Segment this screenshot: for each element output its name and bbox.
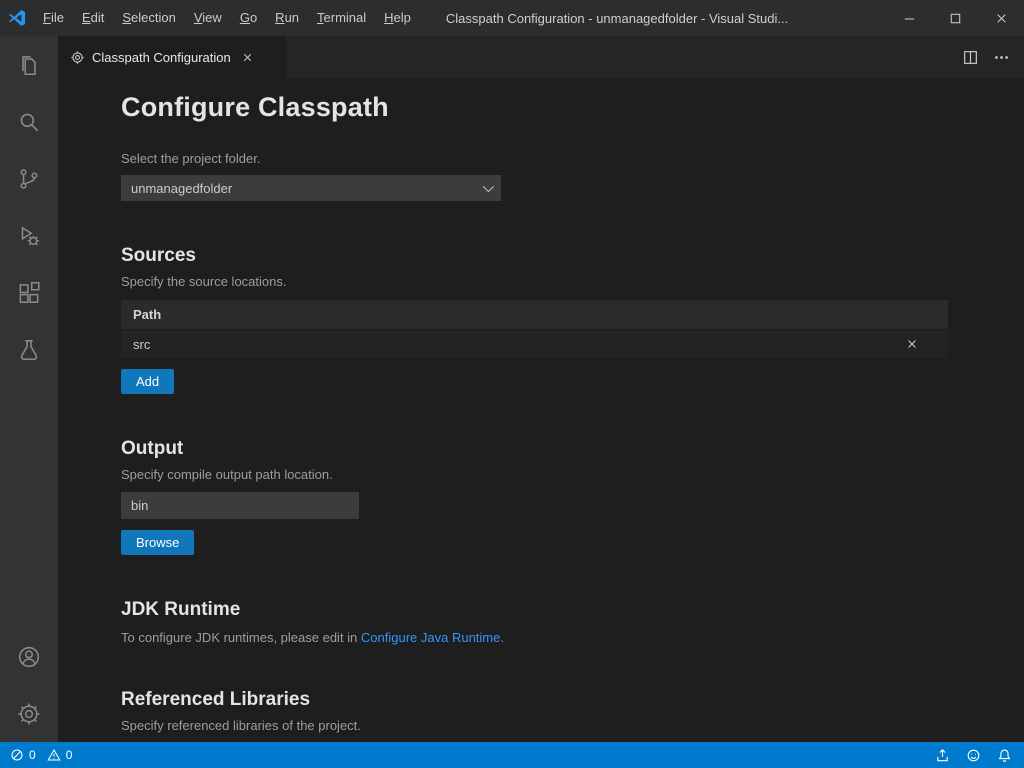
configure-java-runtime-link[interactable]: Configure Java Runtime xyxy=(361,630,500,645)
jdk-runtime-heading: JDK Runtime xyxy=(121,599,1006,621)
menu-bar: File Edit Selection View Go Run Terminal… xyxy=(34,0,420,36)
activity-bar xyxy=(0,36,58,742)
browse-output-button[interactable]: Browse xyxy=(121,530,194,555)
table-row[interactable]: src xyxy=(121,329,948,358)
tab-close-icon[interactable] xyxy=(238,47,258,67)
sidebar-item-explorer[interactable] xyxy=(0,36,58,93)
menu-selection[interactable]: Selection xyxy=(113,0,184,36)
classpath-tab-icon xyxy=(70,50,85,65)
sidebar-item-settings[interactable] xyxy=(0,685,58,742)
page-title: Configure Classpath xyxy=(121,92,1006,123)
menu-go[interactable]: Go xyxy=(231,0,266,36)
sidebar-item-search[interactable] xyxy=(0,93,58,150)
split-editor-icon[interactable] xyxy=(962,49,979,66)
run-debug-icon xyxy=(16,223,42,249)
error-icon xyxy=(10,748,24,762)
share-icon[interactable] xyxy=(935,748,950,763)
menu-view[interactable]: View xyxy=(185,0,231,36)
menu-help[interactable]: Help xyxy=(375,0,420,36)
sources-description: Specify the source locations. xyxy=(121,274,1006,289)
window-title: Classpath Configuration - unmanagedfolde… xyxy=(446,11,788,26)
path-column-header: Path xyxy=(133,307,161,322)
search-icon xyxy=(16,109,42,135)
jdk-runtime-text: To configure JDK runtimes, please edit i… xyxy=(121,630,1006,645)
problems-indicator[interactable]: 0 0 xyxy=(10,748,78,762)
remove-source-icon[interactable] xyxy=(902,334,922,354)
editor-actions xyxy=(962,36,1024,78)
sidebar-item-account[interactable] xyxy=(0,628,58,685)
menu-terminal[interactable]: Terminal xyxy=(308,0,375,36)
chevron-down-icon xyxy=(483,181,494,192)
classpath-configuration-page: Configure Classpath Select the project f… xyxy=(58,78,1024,742)
output-path-input[interactable] xyxy=(121,492,359,519)
sidebar-item-extensions[interactable] xyxy=(0,264,58,321)
feedback-smiley-icon[interactable] xyxy=(966,748,981,763)
referenced-libraries-description: Specify referenced libraries of the proj… xyxy=(121,718,1006,733)
output-heading: Output xyxy=(121,438,1006,460)
menu-edit[interactable]: Edit xyxy=(73,0,113,36)
account-icon xyxy=(16,644,42,670)
project-folder-label: Select the project folder. xyxy=(121,151,1006,166)
source-path-value: src xyxy=(133,337,902,352)
extensions-icon xyxy=(16,280,42,306)
sources-heading: Sources xyxy=(121,245,1006,267)
warning-count: 0 xyxy=(66,748,73,762)
more-actions-icon[interactable] xyxy=(993,49,1010,66)
maximize-icon[interactable] xyxy=(932,0,978,36)
explorer-icon xyxy=(16,52,42,78)
sources-table-header: Path xyxy=(121,300,948,329)
sidebar-item-run-debug[interactable] xyxy=(0,207,58,264)
jdk-text-before: To configure JDK runtimes, please edit i… xyxy=(121,630,361,645)
sidebar-item-source-control[interactable] xyxy=(0,150,58,207)
testing-beaker-icon xyxy=(16,337,42,363)
gear-icon xyxy=(16,701,42,727)
title-bar: File Edit Selection View Go Run Terminal… xyxy=(0,0,1024,36)
minimize-icon[interactable] xyxy=(886,0,932,36)
project-folder-select[interactable]: unmanagedfolder xyxy=(121,175,501,201)
source-control-icon xyxy=(16,166,42,192)
window-controls xyxy=(886,0,1024,36)
warning-icon xyxy=(47,748,61,762)
menu-file[interactable]: File xyxy=(34,0,73,36)
tab-label: Classpath Configuration xyxy=(92,50,231,65)
tab-bar: Classpath Configuration xyxy=(58,36,1024,78)
bell-icon[interactable] xyxy=(997,748,1012,763)
sidebar-item-testing[interactable] xyxy=(0,321,58,378)
tab-classpath-configuration[interactable]: Classpath Configuration xyxy=(58,36,286,78)
output-description: Specify compile output path location. xyxy=(121,467,1006,482)
add-source-button[interactable]: Add xyxy=(121,369,174,394)
sources-table: Path src xyxy=(121,300,948,358)
jdk-text-after: . xyxy=(500,630,504,645)
close-window-icon[interactable] xyxy=(978,0,1024,36)
status-bar: 0 0 xyxy=(0,742,1024,768)
error-count: 0 xyxy=(29,748,36,762)
vscode-logo-icon xyxy=(0,0,34,36)
referenced-libraries-heading: Referenced Libraries xyxy=(121,689,1006,711)
status-bar-right xyxy=(935,748,1014,763)
menu-run[interactable]: Run xyxy=(266,0,308,36)
project-folder-selected-value: unmanagedfolder xyxy=(131,181,483,196)
